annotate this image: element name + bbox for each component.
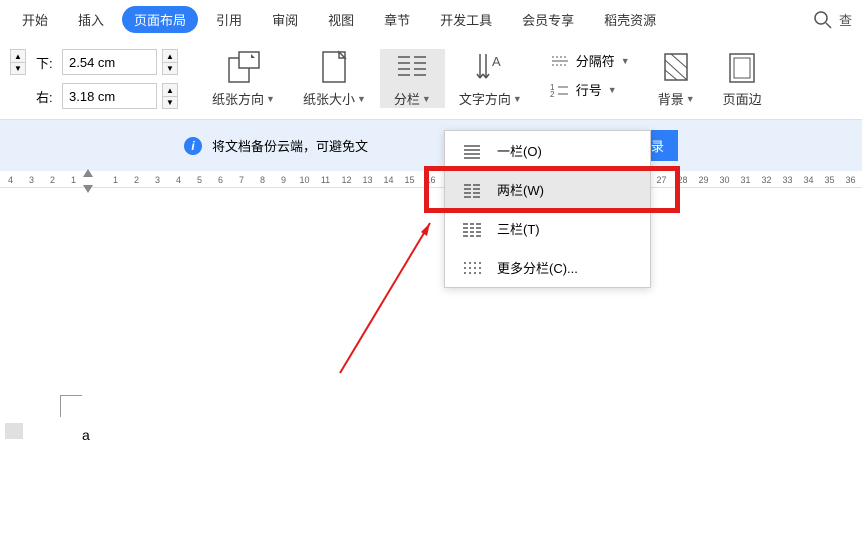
- search-icon[interactable]: [813, 10, 833, 30]
- text-direction-icon: A: [474, 49, 506, 85]
- margin-top-input[interactable]: [62, 49, 157, 75]
- chevron-down-icon: ▼: [608, 85, 617, 95]
- borders-icon: [728, 49, 756, 85]
- margin-top-down[interactable]: ▼: [162, 62, 178, 75]
- line-numbers-icon: 12: [550, 82, 570, 98]
- tab-resources[interactable]: 稻壳资源: [592, 6, 668, 33]
- margin-top-up[interactable]: ▲: [162, 49, 178, 62]
- chevron-down-icon: ▼: [422, 94, 431, 104]
- search-label-partial: 查: [839, 10, 852, 29]
- three-columns-icon: [461, 221, 483, 237]
- menu-one-column[interactable]: 一栏(O): [445, 131, 650, 170]
- margin-right-down[interactable]: ▼: [162, 96, 178, 109]
- orientation-button[interactable]: 纸张方向▼: [198, 49, 289, 108]
- orientation-icon: [225, 49, 261, 85]
- toolbar: ▲ ▼ 下: ▲ ▼ 右: ▲ ▼ 纸张方向▼: [0, 39, 862, 120]
- header-marker[interactable]: [5, 423, 23, 439]
- breaks-button[interactable]: 分隔符▼: [550, 51, 630, 70]
- page-corner: [60, 395, 82, 417]
- margin-right-label: 右:: [36, 87, 56, 106]
- tab-member[interactable]: 会员专享: [510, 6, 586, 33]
- margin-top-label: 下:: [36, 53, 56, 72]
- borders-button[interactable]: 页面边: [709, 49, 776, 108]
- background-icon: [661, 49, 691, 85]
- tab-insert[interactable]: 插入: [66, 6, 116, 33]
- ruler-indent-marker[interactable]: [83, 169, 93, 193]
- one-column-icon: [461, 143, 483, 159]
- columns-icon: [394, 49, 430, 85]
- tab-references[interactable]: 引用: [204, 6, 254, 33]
- chevron-down-icon: ▼: [621, 56, 630, 66]
- columns-button[interactable]: 分栏▼: [380, 49, 445, 108]
- margin-right-input[interactable]: [62, 83, 157, 109]
- svg-text:2: 2: [550, 90, 555, 98]
- chevron-down-icon: ▼: [357, 94, 366, 104]
- banner-text: 将文档备份云端，可避免文: [212, 136, 368, 155]
- size-icon: [319, 49, 349, 85]
- margin-group: 下: ▲ ▼ 右: ▲ ▼: [36, 49, 178, 109]
- document-text: a: [82, 427, 90, 443]
- tab-sections[interactable]: 章节: [372, 6, 422, 33]
- svg-text:A: A: [492, 54, 501, 69]
- menu-two-columns[interactable]: 两栏(W): [445, 170, 650, 209]
- tab-page-layout[interactable]: 页面布局: [122, 6, 198, 33]
- tab-review[interactable]: 审阅: [260, 6, 310, 33]
- chevron-down-icon: ▼: [513, 94, 522, 104]
- breaks-icon: [550, 53, 570, 69]
- tab-view[interactable]: 视图: [316, 6, 366, 33]
- size-button[interactable]: 纸张大小▼: [289, 49, 380, 108]
- chevron-down-icon: ▼: [266, 94, 275, 104]
- line-numbers-button[interactable]: 12 行号▼: [550, 80, 630, 99]
- background-button[interactable]: 背景▼: [644, 49, 709, 108]
- arrow-annotation: [335, 218, 445, 378]
- menu-three-columns[interactable]: 三栏(T): [445, 209, 650, 248]
- menu-more-columns[interactable]: 更多分栏(C)...: [445, 248, 650, 287]
- ruler[interactable]: 4 3 2 1 1 2 3 4 5 6 7 8 9 10 11 12 13 14…: [0, 173, 862, 188]
- spinner-down[interactable]: ▼: [10, 62, 26, 75]
- left-spinner-stub: ▲ ▼: [10, 49, 26, 75]
- more-columns-icon: [461, 260, 483, 276]
- columns-dropdown: 一栏(O) 两栏(W) 三栏(T) 更多分栏(C)...: [444, 130, 651, 288]
- text-direction-button[interactable]: A 文字方向▼: [445, 49, 536, 108]
- tab-developer[interactable]: 开发工具: [428, 6, 504, 33]
- tab-bar: 开始 插入 页面布局 引用 审阅 视图 章节 开发工具 会员专享 稻壳资源 查: [0, 0, 862, 39]
- info-icon: i: [184, 137, 202, 155]
- tab-start[interactable]: 开始: [10, 6, 60, 33]
- cloud-banner: i 将文档备份云端，可避免文 立即登录: [0, 120, 862, 171]
- margin-right-up[interactable]: ▲: [162, 83, 178, 96]
- line-group: 分隔符▼ 12 行号▼: [536, 49, 644, 99]
- spinner-up[interactable]: ▲: [10, 49, 26, 62]
- chevron-down-icon: ▼: [686, 94, 695, 104]
- two-columns-icon: [461, 182, 483, 198]
